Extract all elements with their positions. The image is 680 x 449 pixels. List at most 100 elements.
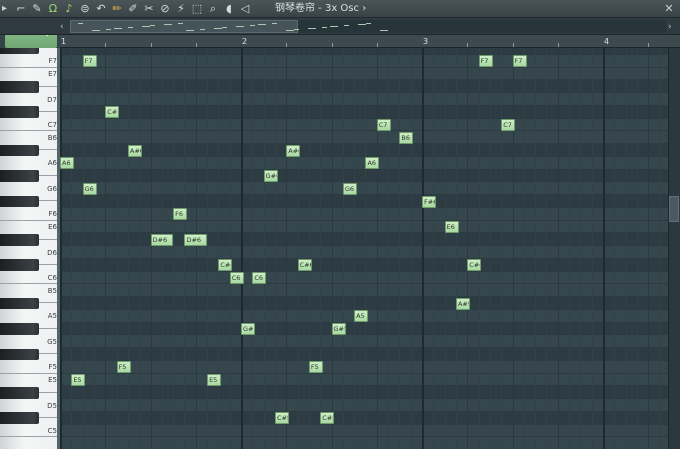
note-block[interactable]: C#7 — [105, 106, 120, 119]
step-line — [263, 48, 265, 449]
overview-note-mark — [286, 30, 294, 31]
note-block[interactable]: F#6 — [422, 195, 436, 208]
step-line — [139, 48, 141, 449]
note-block[interactable]: A#6 — [127, 144, 142, 157]
menu-arrow-icon[interactable]: ▸ — [2, 2, 13, 16]
key-label: C7 — [47, 121, 57, 129]
note-block[interactable]: F7 — [512, 55, 527, 68]
vertical-scrollbar[interactable] — [668, 48, 680, 449]
zoom-tool-icon[interactable]: ⌕ — [206, 1, 220, 17]
black-key[interactable] — [0, 80, 39, 93]
overview-note-mark — [164, 24, 172, 25]
note-block[interactable]: G6 — [82, 182, 97, 195]
wrench-icon[interactable]: ✎ — [30, 1, 44, 17]
overview-note-mark — [128, 27, 133, 28]
piano-keyboard[interactable]: F7 E7 D7 C7 B6 A6 G6 F6 E6 D6 C6 B5 A5 G5 F5 E5 D5 C5 — [0, 48, 60, 449]
note-block[interactable]: B6 — [399, 131, 414, 144]
beat-line — [467, 48, 469, 449]
key-label: G6 — [47, 184, 57, 193]
note-block[interactable]: E5 — [207, 374, 222, 386]
note-block[interactable]: F7 — [82, 55, 97, 68]
overview-thumb[interactable] — [70, 20, 298, 33]
note-icon[interactable]: ♪ — [62, 1, 76, 17]
snap-magnet-icon[interactable]: Ω — [46, 1, 60, 17]
black-key[interactable] — [0, 170, 39, 182]
note-block[interactable]: C#6 — [218, 259, 233, 272]
black-key[interactable] — [0, 259, 39, 271]
note-block[interactable]: A6 — [365, 157, 380, 170]
step-line — [354, 48, 356, 449]
step-line — [365, 48, 367, 449]
beat-tick — [376, 43, 378, 47]
note-block[interactable]: D#6 — [150, 233, 174, 246]
scroll-right-icon[interactable]: › — [668, 21, 678, 33]
close-icon[interactable]: ✕ — [662, 1, 676, 17]
note-block[interactable]: G#5 — [241, 323, 255, 335]
bar-line — [603, 48, 605, 449]
black-key[interactable] — [0, 195, 39, 208]
note-block[interactable]: D#6 — [184, 233, 208, 246]
key-label: A5 — [47, 312, 57, 321]
note-block[interactable]: F6 — [173, 208, 188, 221]
note-block[interactable]: A#6 — [286, 144, 301, 157]
playback-tool-icon[interactable]: ◖ — [222, 1, 236, 17]
step-line — [535, 48, 537, 449]
black-key[interactable] — [0, 323, 39, 335]
paint-brush-icon[interactable]: ✐ — [126, 1, 140, 17]
overview-note-mark — [178, 23, 183, 24]
note-block[interactable]: C#5 — [274, 412, 289, 425]
black-key[interactable] — [0, 48, 39, 55]
slice-tool-icon[interactable]: ⚡ — [174, 1, 188, 17]
overview-note-mark — [78, 23, 83, 24]
note-block[interactable]: A6 — [60, 157, 74, 170]
note-block[interactable]: E5 — [71, 374, 86, 386]
note-block[interactable]: C7 — [501, 119, 516, 131]
note-block[interactable]: C#6 — [467, 259, 482, 272]
note-block[interactable]: A5 — [354, 310, 369, 323]
stamp-icon[interactable]: ⊜ — [78, 1, 92, 17]
black-key[interactable] — [0, 386, 39, 399]
bar-number: 2 — [242, 37, 248, 46]
step-line — [569, 48, 571, 449]
note-block[interactable]: C6 — [229, 272, 244, 284]
note-block[interactable]: C6 — [252, 272, 267, 284]
black-key[interactable] — [0, 106, 39, 118]
scroll-left-icon[interactable]: ‹ — [60, 21, 70, 33]
note-grid[interactable]: F7C#7A#6A6G6F6D#6D#6C#6C6C6G#5F5E5E5C#5G… — [60, 48, 668, 449]
black-key[interactable] — [0, 144, 39, 157]
overview-note-mark — [236, 26, 244, 27]
pencil-icon[interactable]: ✏ — [110, 1, 124, 17]
select-tool-icon[interactable]: ⬚ — [190, 1, 204, 17]
note-block[interactable]: C#5 — [320, 412, 335, 425]
note-block[interactable]: F5 — [116, 361, 131, 374]
window-title[interactable]: 钢琴卷帘 - 3x Osc › — [275, 2, 366, 16]
step-line — [489, 48, 491, 449]
note-block[interactable]: G#6 — [263, 170, 278, 182]
note-block[interactable]: F7 — [478, 55, 493, 68]
delete-tool-icon[interactable]: ✂ — [142, 1, 156, 17]
overview-strip[interactable]: ‹ › — [0, 18, 680, 35]
note-block[interactable]: F5 — [308, 361, 323, 374]
mute-tool-icon[interactable]: ⊘ — [158, 1, 172, 17]
black-key[interactable] — [0, 297, 39, 310]
speaker-icon[interactable]: ◁ — [238, 1, 252, 17]
magnet-icon[interactable]: ⌐ — [14, 1, 28, 17]
note-block[interactable]: E6 — [444, 221, 459, 233]
note-block[interactable]: C#6 — [297, 259, 312, 272]
note-block[interactable]: G6 — [342, 182, 357, 195]
black-key[interactable] — [0, 348, 39, 361]
overview-note-mark — [142, 26, 150, 27]
note-block[interactable]: G#5 — [331, 323, 346, 335]
overview-note-mark — [366, 23, 371, 24]
black-key[interactable] — [0, 412, 39, 424]
bar-line — [241, 48, 243, 449]
note-block[interactable]: C7 — [376, 119, 391, 131]
beat-tick — [105, 43, 107, 47]
undo-icon[interactable]: ↶ — [94, 1, 108, 17]
white-key[interactable] — [0, 437, 60, 449]
timeline-ruler[interactable]: 1 2 3 4 — [60, 35, 680, 48]
note-block[interactable]: A#5 — [455, 297, 470, 310]
black-key[interactable] — [0, 233, 39, 246]
step-line — [184, 48, 186, 449]
vertical-scroll-thumb[interactable] — [669, 196, 679, 222]
